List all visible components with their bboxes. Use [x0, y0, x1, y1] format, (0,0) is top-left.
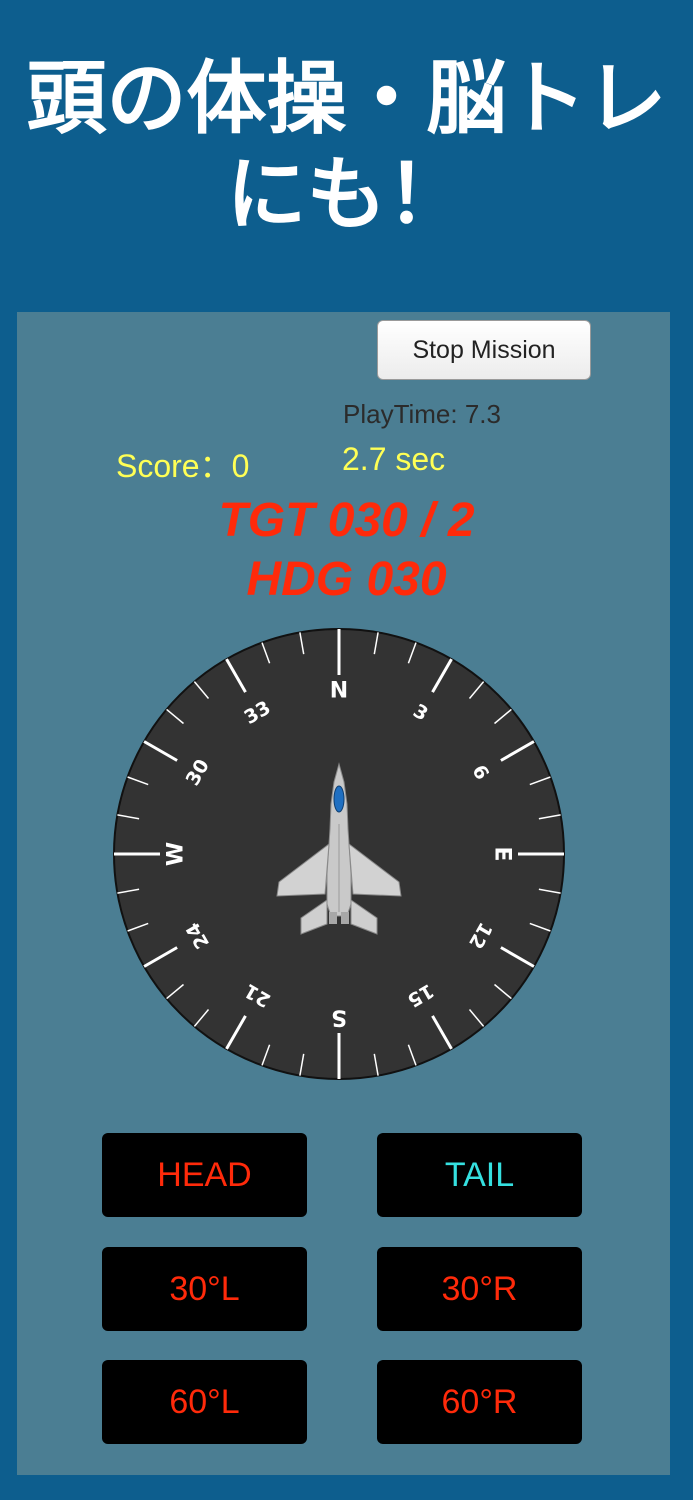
compass-label: N: [330, 679, 348, 704]
target-readout: TGT 030 / 2: [218, 494, 475, 547]
turn-30-right-button[interactable]: 30°R: [377, 1247, 582, 1331]
compass-label: E: [490, 846, 515, 861]
turn-30-left-button[interactable]: 30°L: [102, 1247, 307, 1331]
head-button[interactable]: HEAD: [102, 1133, 307, 1217]
compass-label: S: [331, 1005, 347, 1030]
playtime-readout: PlayTime: 7.3: [343, 399, 501, 429]
headline-line-1: 頭の体操・脳トレ: [26, 52, 667, 145]
turn-60-right-button[interactable]: 60°R: [377, 1360, 582, 1444]
stop-mission-button[interactable]: Stop Mission: [377, 320, 591, 380]
heading-readout: HDG 030: [246, 553, 447, 606]
score-readout: Score：0: [116, 448, 250, 484]
timer-readout: 2.7 sec: [342, 441, 446, 477]
headline-line-2: にも！: [226, 148, 467, 241]
tail-button[interactable]: TAIL: [377, 1133, 582, 1217]
turn-60-left-button[interactable]: 60°L: [102, 1360, 307, 1444]
compass-label: W: [164, 842, 189, 866]
compass-dial: N36E1215S2124W3033: [113, 628, 565, 1080]
